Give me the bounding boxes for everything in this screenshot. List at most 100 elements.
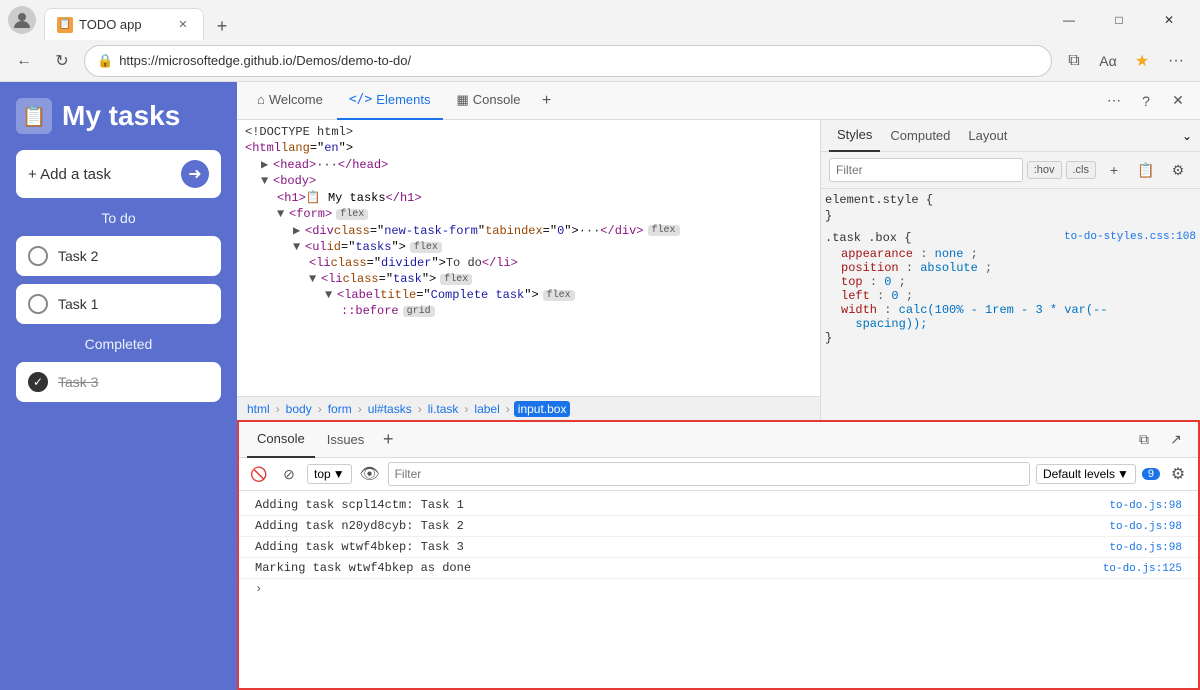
styles-copy-icon[interactable]: 📋 <box>1132 156 1160 184</box>
console-prompt[interactable]: › <box>239 579 1198 599</box>
tab-bar: 📋 TODO app ✕ + <box>44 0 1038 40</box>
level-chevron-icon: ▼ <box>1117 467 1129 481</box>
console-add-tab-button[interactable]: + <box>376 428 400 452</box>
read-aloud-icon[interactable]: Aα <box>1092 45 1124 77</box>
console-line-3-source[interactable]: to-do.js:98 <box>1109 542 1182 554</box>
task-3-text: Task 3 <box>58 374 98 390</box>
console-line-1-text: Adding task scpl14ctm: Task 1 <box>255 498 464 512</box>
styles-add-rule-icon[interactable]: + <box>1100 156 1128 184</box>
console-level-select[interactable]: Default levels ▼ <box>1036 464 1136 484</box>
console-line-3-text: Adding task wtwf4bkep: Task 3 <box>255 540 464 554</box>
console-line-4-text: Marking task wtwf4bkep as done <box>255 561 471 575</box>
back-button[interactable]: ← <box>8 45 40 77</box>
minimize-button[interactable]: — <box>1046 4 1092 36</box>
html-line-before[interactable]: ::before grid <box>237 303 820 319</box>
active-tab[interactable]: 📋 TODO app ✕ <box>44 8 204 40</box>
task-1-text: Task 1 <box>58 296 98 312</box>
console-tab-console[interactable]: Console <box>247 422 315 458</box>
tab-close-button[interactable]: ✕ <box>175 17 191 33</box>
styles-tab-computed[interactable]: Computed <box>882 120 958 152</box>
breadcrumb-html[interactable]: html <box>245 402 272 416</box>
html-line-form[interactable]: ▼ <form> flex <box>237 206 820 222</box>
context-chevron-icon: ▼ <box>333 467 345 481</box>
devtools-tab-welcome[interactable]: ⌂ Welcome <box>245 82 335 120</box>
devtools-tab-elements[interactable]: </> Elements <box>337 82 443 120</box>
html-line-label[interactable]: ▼ <label title="Complete task"> flex <box>237 287 820 303</box>
task-item-1[interactable]: Task 1 <box>16 284 221 324</box>
refresh-button[interactable]: ↻ <box>46 45 78 77</box>
breadcrumb-form[interactable]: form <box>326 402 354 416</box>
styles-cls-button[interactable]: .cls <box>1066 161 1097 179</box>
console-line-1-source[interactable]: to-do.js:98 <box>1109 500 1182 512</box>
console-eye-button[interactable]: 👁 <box>358 462 382 486</box>
console-right-icons: ⧉ ↗ <box>1130 426 1190 454</box>
html-line-h1[interactable]: <h1> 📋 My tasks </h1> <box>237 189 820 206</box>
console-settings-button[interactable]: ⚙ <box>1166 462 1190 486</box>
devtools-close-icon[interactable]: ✕ <box>1164 87 1192 115</box>
devtools-add-tab-button[interactable]: + <box>535 89 559 113</box>
devtools-tab-console[interactable]: ▦ Console <box>445 82 533 120</box>
style-source-link-1[interactable]: to-do-styles.css:108 <box>1064 231 1196 243</box>
close-button[interactable]: ✕ <box>1146 4 1192 36</box>
favorites-icon[interactable]: ★ <box>1126 45 1158 77</box>
console-dock-icon[interactable]: ⧉ <box>1130 426 1158 454</box>
title-bar: 📋 TODO app ✕ + — □ ✕ <box>0 0 1200 40</box>
add-task-button[interactable]: + Add a task ➜ <box>16 150 221 198</box>
maximize-button[interactable]: □ <box>1096 4 1142 36</box>
task-2-text: Task 2 <box>58 248 98 264</box>
styles-tab-layout[interactable]: Layout <box>960 120 1015 152</box>
address-field[interactable]: 🔒 https://microsoftedge.github.io/Demos/… <box>84 45 1052 77</box>
task-1-checkbox[interactable] <box>28 294 48 314</box>
breadcrumb-li-task[interactable]: li.task <box>426 402 461 416</box>
html-line-head[interactable]: ▶ <head> ··· </head> <box>237 156 820 173</box>
html-line-body[interactable]: ▼ <body> <box>237 173 820 189</box>
console-tab-label: Console <box>473 92 521 107</box>
console-line-4-source[interactable]: to-do.js:125 <box>1103 563 1182 575</box>
styles-settings-icon[interactable]: ⚙ <box>1164 156 1192 184</box>
welcome-label: Welcome <box>269 92 323 107</box>
error-count-badge: 9 <box>1142 468 1160 480</box>
console-tab-icon: ▦ <box>457 92 469 108</box>
window-controls: — □ ✕ <box>1046 4 1192 36</box>
console-line-2-text: Adding task n20yd8cyb: Task 2 <box>255 519 464 533</box>
html-line-new-task-form[interactable]: ▶ <div class="new-task-form" tabindex="0… <box>237 222 820 239</box>
console-line-2-source[interactable]: to-do.js:98 <box>1109 521 1182 533</box>
task-item-3[interactable]: ✓ Task 3 <box>16 362 221 402</box>
new-tab-button[interactable]: + <box>208 12 236 40</box>
breadcrumb-ul-tasks[interactable]: ul#tasks <box>366 402 414 416</box>
console-line-4: Marking task wtwf4bkep as done to-do.js:… <box>239 558 1198 579</box>
console-filter-input[interactable] <box>388 462 1030 486</box>
console-context-select[interactable]: top ▼ <box>307 464 352 484</box>
console-tab-issues[interactable]: Issues <box>317 422 375 458</box>
elements-area: <!DOCTYPE html> <html lang="en"> ▶ <head… <box>237 120 1200 420</box>
breadcrumb-body[interactable]: body <box>284 402 314 416</box>
styles-hov-button[interactable]: :hov <box>1027 161 1062 179</box>
breadcrumb-input-box[interactable]: input.box <box>514 401 571 417</box>
devtools-help-icon[interactable]: ? <box>1132 87 1160 115</box>
console-toolbar: 🚫 ⊘ top ▼ 👁 Default levels ▼ 9 ⚙ <box>239 458 1198 491</box>
console-popout-icon[interactable]: ↗ <box>1162 426 1190 454</box>
devtools-right-icons: ⋯ ? ✕ <box>1100 87 1192 115</box>
task-2-checkbox[interactable] <box>28 246 48 266</box>
console-line-2: Adding task n20yd8cyb: Task 2 to-do.js:9… <box>239 516 1198 537</box>
html-line-li-task[interactable]: ▼ <li class="task"> flex <box>237 271 820 287</box>
devtools-inspect-icon[interactable]: ⋯ <box>1100 87 1128 115</box>
task-item-2[interactable]: Task 2 <box>16 236 221 276</box>
completed-section-label: Completed <box>16 336 221 352</box>
more-options-icon[interactable]: ··· <box>1160 45 1192 77</box>
html-line-ul[interactable]: ▼ <ul id="tasks"> flex <box>237 239 820 255</box>
tab-manager-icon[interactable]: ⧉ <box>1058 45 1090 77</box>
styles-tab-more-icon[interactable]: ⌄ <box>1182 129 1192 143</box>
html-line-html[interactable]: <html lang="en"> <box>237 140 820 156</box>
add-task-arrow-icon: ➜ <box>181 160 209 188</box>
console-clear-button[interactable]: 🚫 <box>247 462 271 486</box>
task-3-checkbox[interactable]: ✓ <box>28 372 48 392</box>
devtools-panel: ⌂ Welcome </> Elements ▦ Console + ⋯ ? ✕ <box>237 82 1200 690</box>
html-line-divider[interactable]: <li class="divider"> To do </li> <box>237 255 820 271</box>
console-block-button[interactable]: ⊘ <box>277 462 301 486</box>
profile-icon[interactable] <box>8 6 36 34</box>
styles-content: element.style { } .task .box { to-do-sty… <box>821 189 1200 420</box>
styles-filter-input[interactable] <box>829 158 1023 182</box>
styles-tab-styles[interactable]: Styles <box>829 120 880 152</box>
breadcrumb-label[interactable]: label <box>472 402 501 416</box>
